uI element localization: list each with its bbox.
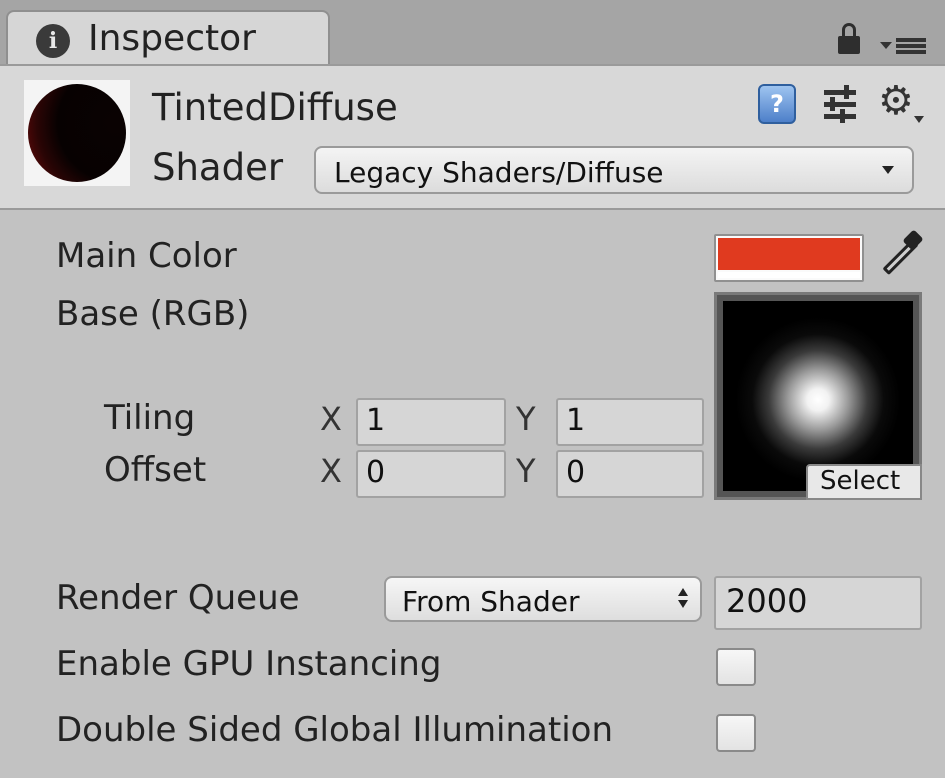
main-color-label: Main Color: [56, 236, 237, 276]
offset-y-label: Y: [516, 452, 536, 490]
base-texture-preview: [723, 301, 913, 491]
panel-menu-icon[interactable]: [880, 34, 930, 58]
material-preview: [24, 80, 130, 186]
main-color-alpha-bar: [718, 272, 860, 278]
help-icon[interactable]: ?: [758, 84, 796, 124]
material-preview-sphere: [28, 84, 126, 182]
material-header: TintedDiffuse Shader Legacy Shaders/Diff…: [0, 64, 945, 210]
inspector-tab-bar: i Inspector: [0, 0, 945, 66]
offset-x-field[interactable]: 0: [356, 450, 506, 498]
preset-sliders-icon[interactable]: [820, 84, 860, 126]
gear-dropdown-icon: [914, 116, 924, 123]
shader-label: Shader: [152, 146, 284, 189]
material-name: TintedDiffuse: [152, 86, 398, 129]
tiling-x-label: X: [320, 400, 342, 438]
dropdown-arrow-icon: [882, 166, 894, 174]
main-color-value: [718, 238, 860, 270]
gpu-instancing-checkbox[interactable]: [716, 648, 756, 686]
eyedropper-icon[interactable]: [876, 229, 924, 280]
base-texture-label: Base (RGB): [56, 294, 250, 334]
render-queue-label: Render Queue: [56, 578, 300, 618]
render-queue-dropdown[interactable]: From Shader: [384, 576, 702, 622]
offset-y-field[interactable]: 0: [556, 450, 704, 498]
tiling-y-label: Y: [516, 400, 536, 438]
render-queue-value-field[interactable]: 2000: [714, 576, 922, 630]
offset-label: Offset: [104, 450, 207, 490]
inspector-tab-title: Inspector: [88, 18, 256, 59]
double-sided-gi-label: Double Sided Global Illumination: [56, 710, 614, 750]
tiling-label: Tiling: [104, 398, 196, 438]
main-color-swatch[interactable]: [714, 234, 864, 282]
render-queue-mode: From Shader: [402, 585, 580, 618]
double-sided-gi-checkbox[interactable]: [716, 714, 756, 752]
tiling-x-field[interactable]: 1: [356, 398, 506, 446]
shader-dropdown[interactable]: Legacy Shaders/Diffuse: [314, 146, 914, 194]
lock-icon[interactable]: [838, 23, 860, 54]
offset-x-label: X: [320, 452, 342, 490]
tiling-y-field[interactable]: 1: [556, 398, 704, 446]
gpu-instancing-label: Enable GPU Instancing: [56, 644, 442, 684]
inspector-tab[interactable]: i Inspector: [6, 10, 330, 66]
stepper-arrows-icon: [678, 588, 688, 612]
info-icon: i: [36, 24, 70, 58]
gear-icon[interactable]: ⚙: [878, 78, 914, 124]
texture-select-button[interactable]: Select: [806, 464, 922, 500]
shader-dropdown-value: Legacy Shaders/Diffuse: [334, 156, 664, 189]
